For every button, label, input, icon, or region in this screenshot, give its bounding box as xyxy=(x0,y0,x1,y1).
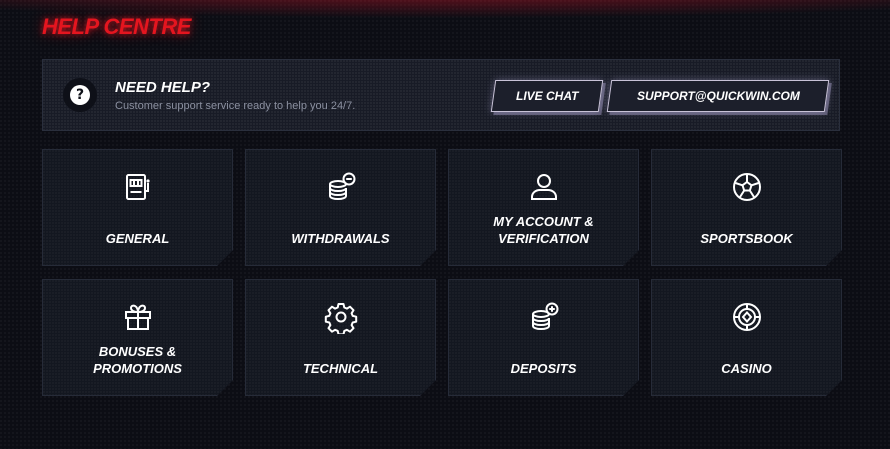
category-label: DEPOSITS xyxy=(510,361,577,376)
category-deposits[interactable]: DEPOSITS xyxy=(448,279,639,396)
category-label: GENERAL xyxy=(105,231,170,246)
gear-icon xyxy=(324,300,358,334)
casino-chip-icon xyxy=(730,300,764,334)
soccer-ball-icon xyxy=(730,170,764,204)
need-help-subtitle: Customer support service ready to help y… xyxy=(115,100,356,112)
need-help-title: NEED HELP? xyxy=(115,79,211,96)
category-label: SPORTSBOOK xyxy=(700,231,793,246)
coins-minus-icon xyxy=(324,170,358,204)
category-label: BONUSES & PROMOTIONS xyxy=(93,344,182,376)
live-chat-button[interactable]: LIVE CHAT xyxy=(490,80,604,112)
category-casino[interactable]: CASINO xyxy=(651,279,842,396)
need-help-panel: ? NEED HELP? Customer support service re… xyxy=(42,59,840,131)
category-label: TECHNICAL xyxy=(302,361,379,376)
category-my-account-verification[interactable]: MY ACCOUNT & VERIFICATION xyxy=(448,149,639,266)
category-label: CASINO xyxy=(721,361,772,376)
gift-icon xyxy=(121,300,155,334)
category-bonuses-promotions[interactable]: BONUSES & PROMOTIONS xyxy=(42,279,233,396)
question-icon: ? xyxy=(63,78,97,112)
category-technical[interactable]: TECHNICAL xyxy=(245,279,436,396)
support-email-label: SUPPORT@QUICKWIN.COM xyxy=(636,89,800,103)
live-chat-label: LIVE CHAT xyxy=(515,89,579,103)
support-email-button[interactable]: SUPPORT@QUICKWIN.COM xyxy=(606,80,830,112)
slot-machine-icon xyxy=(121,170,155,204)
category-sportsbook[interactable]: SPORTSBOOK xyxy=(651,149,842,266)
category-withdrawals[interactable]: WITHDRAWALS xyxy=(245,149,436,266)
coins-plus-icon xyxy=(527,300,561,334)
user-icon xyxy=(527,170,561,204)
page-title: HELP CENTRE xyxy=(42,14,191,39)
category-general[interactable]: GENERAL xyxy=(42,149,233,266)
category-label: MY ACCOUNT & VERIFICATION xyxy=(493,214,594,246)
category-label: WITHDRAWALS xyxy=(291,231,390,246)
